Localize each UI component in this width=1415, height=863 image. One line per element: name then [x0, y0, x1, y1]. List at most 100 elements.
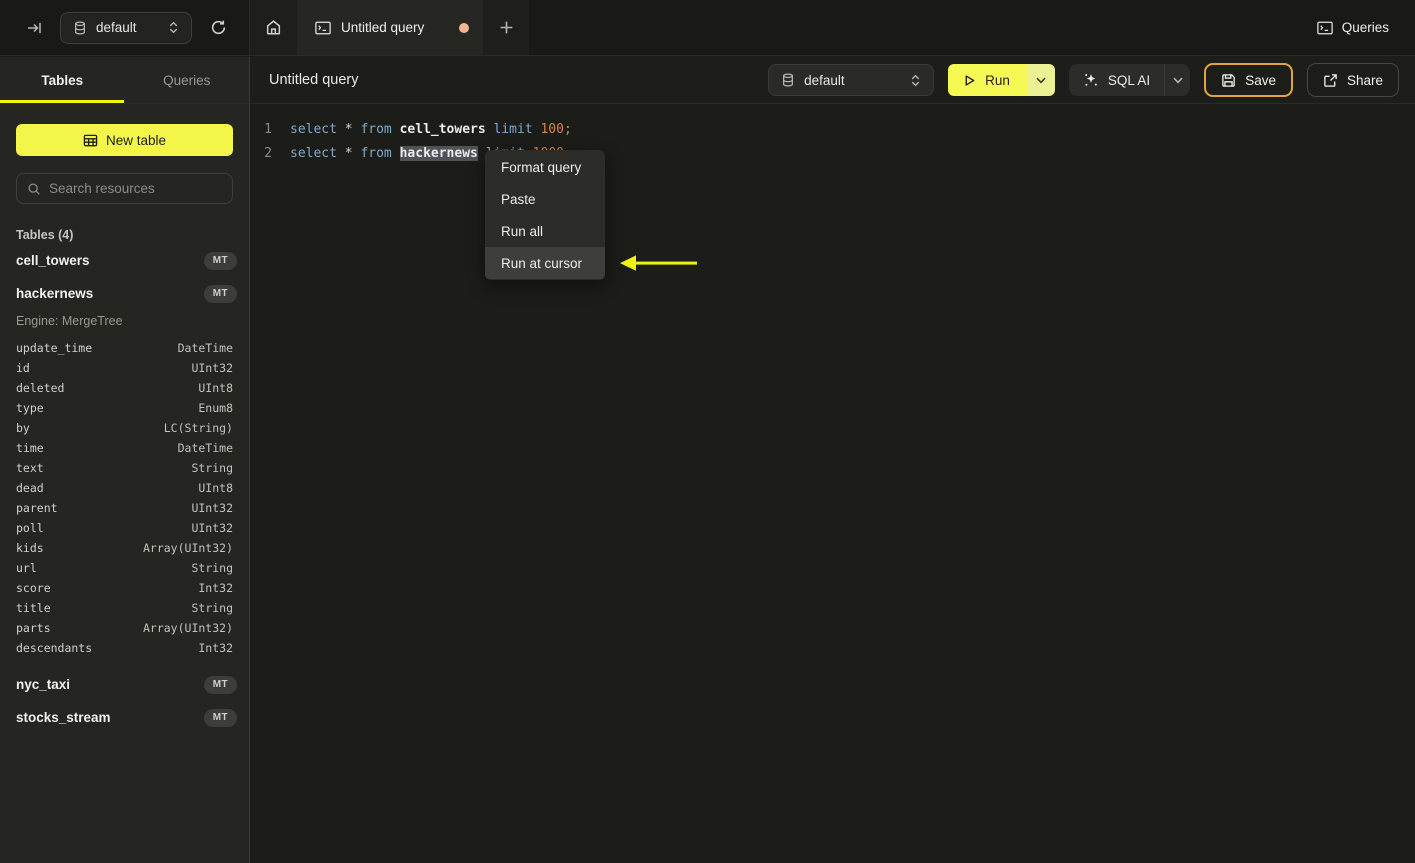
code-line-1[interactable]: 1 select * from cell_towers limit 100; — [251, 117, 1415, 141]
code-token: * — [344, 145, 353, 161]
column-row-title[interactable]: title String — [0, 598, 249, 618]
unsaved-indicator-dot — [459, 22, 469, 33]
column-name: text — [16, 461, 44, 475]
column-type: Int32 — [198, 641, 233, 655]
column-row-deleted[interactable]: deleted UInt8 — [0, 378, 249, 398]
column-type: String — [191, 601, 233, 615]
menu-item-format-query[interactable]: Format query — [485, 151, 605, 183]
active-tab-underline — [0, 100, 124, 103]
column-row-descendants[interactable]: descendants Int32 — [0, 638, 249, 658]
tab-label: Untitled query — [341, 20, 425, 35]
table-name: nyc_taxi — [16, 677, 71, 692]
column-name: by — [16, 421, 30, 435]
column-row-id[interactable]: id UInt32 — [0, 358, 249, 378]
new-table-button[interactable]: New table — [16, 124, 233, 156]
code-line-2[interactable]: 2select * from hackernews limit 1000 — [251, 141, 1415, 165]
column-name: url — [16, 561, 37, 575]
run-button-group: Run — [948, 64, 1055, 96]
code-token: limit — [493, 121, 533, 137]
menu-item-run-at-cursor[interactable]: Run at cursor — [485, 247, 605, 279]
database-selector-header[interactable]: default — [60, 11, 192, 44]
database-selector-toolbar[interactable]: default — [768, 64, 935, 96]
table-item-hackernews[interactable]: hackernews MT — [0, 277, 249, 310]
code-token: hackernews — [399, 145, 478, 161]
database-icon — [781, 73, 795, 87]
column-type: UInt8 — [198, 381, 233, 395]
column-row-type[interactable]: type Enum8 — [0, 398, 249, 418]
chevron-down-icon — [1036, 77, 1046, 84]
column-type: String — [191, 461, 233, 475]
save-label: Save — [1245, 72, 1276, 88]
sparkles-icon — [1083, 72, 1099, 88]
search-resources-input[interactable] — [49, 181, 222, 196]
annotation-arrow — [620, 253, 700, 273]
terminal-icon — [1316, 21, 1333, 35]
column-row-kids[interactable]: kids Array(UInt32) — [0, 538, 249, 558]
sql-ai-button-group: SQL AI — [1068, 64, 1191, 96]
home-button[interactable] — [250, 0, 297, 55]
save-button[interactable]: Save — [1204, 63, 1293, 97]
column-name: parent — [16, 501, 58, 515]
collapse-sidebar-button[interactable] — [22, 16, 46, 40]
column-type: Int32 — [198, 581, 233, 595]
table-name: stocks_stream — [16, 710, 111, 725]
save-floppy-icon — [1221, 73, 1236, 88]
code-token: from — [360, 121, 392, 137]
engine-badge: MT — [203, 284, 237, 303]
share-label: Share — [1346, 72, 1383, 88]
run-label: Run — [985, 72, 1010, 88]
table-grid-icon — [83, 133, 98, 148]
database-icon — [73, 21, 87, 35]
column-row-parts[interactable]: parts Array(UInt32) — [0, 618, 249, 638]
menu-item-paste[interactable]: Paste — [485, 183, 605, 215]
column-row-url[interactable]: url String — [0, 558, 249, 578]
column-type: UInt32 — [191, 501, 233, 515]
table-item-cell_towers[interactable]: cell_towers MT — [0, 244, 249, 277]
run-button[interactable]: Run — [948, 64, 1028, 96]
column-type: UInt8 — [198, 481, 233, 495]
database-selector-value: default — [804, 72, 845, 88]
column-row-by[interactable]: by LC(String) — [0, 418, 249, 438]
sidebar-tab-queries[interactable]: Queries — [125, 57, 250, 103]
engine-badge: MT — [203, 675, 237, 694]
column-row-score[interactable]: score Int32 — [0, 578, 249, 598]
table-item-stocks_stream[interactable]: stocks_stream MT — [0, 701, 249, 734]
column-row-time[interactable]: time DateTime — [0, 438, 249, 458]
sidebar-tab-tables[interactable]: Tables — [0, 57, 125, 103]
sql-ai-caret[interactable] — [1164, 64, 1190, 96]
sql-ai-button[interactable]: SQL AI — [1069, 64, 1164, 96]
column-type: Array(UInt32) — [142, 541, 233, 555]
query-title: Untitled query — [269, 72, 359, 88]
plus-icon — [499, 20, 514, 35]
play-icon — [963, 74, 976, 87]
column-row-text[interactable]: text String — [0, 458, 249, 478]
sql-editor[interactable]: 1 select * from cell_towers limit 100; 2 se… — [251, 105, 1415, 863]
code-token: * — [344, 121, 353, 137]
column-row-update_time[interactable]: update_time DateTime — [0, 338, 249, 358]
share-button[interactable]: Share — [1306, 63, 1399, 97]
column-name: time — [16, 441, 44, 455]
column-row-dead[interactable]: dead UInt8 — [0, 478, 249, 498]
new-tab-button[interactable] — [483, 0, 529, 55]
run-options-caret[interactable] — [1027, 64, 1055, 96]
line-number: 1 — [264, 121, 272, 137]
column-name: type — [16, 401, 44, 415]
column-name: deleted — [16, 381, 65, 395]
collapse-sidebar-icon — [26, 20, 42, 36]
menu-item-run-all[interactable]: Run all — [485, 215, 605, 247]
chevron-updown-icon — [168, 21, 179, 34]
tab-untitled-query[interactable]: Untitled query — [297, 0, 483, 55]
queries-panel-button[interactable]: Queries — [1316, 20, 1389, 35]
editor-context-menu: Format query Paste Run all Run at cursor — [485, 150, 605, 280]
table-item-nyc_taxi[interactable]: nyc_taxi MT — [0, 668, 249, 701]
column-row-poll[interactable]: poll UInt32 — [0, 518, 249, 538]
chevron-down-icon — [1173, 77, 1183, 84]
refresh-icon — [210, 19, 227, 36]
refresh-button[interactable] — [206, 15, 231, 40]
column-type: UInt32 — [191, 361, 233, 375]
search-resources-box — [16, 173, 233, 204]
column-row-parent[interactable]: parent UInt32 — [0, 498, 249, 518]
columns-list: update_time DateTime id UInt32 deleted UInt8 t… — [0, 338, 249, 668]
